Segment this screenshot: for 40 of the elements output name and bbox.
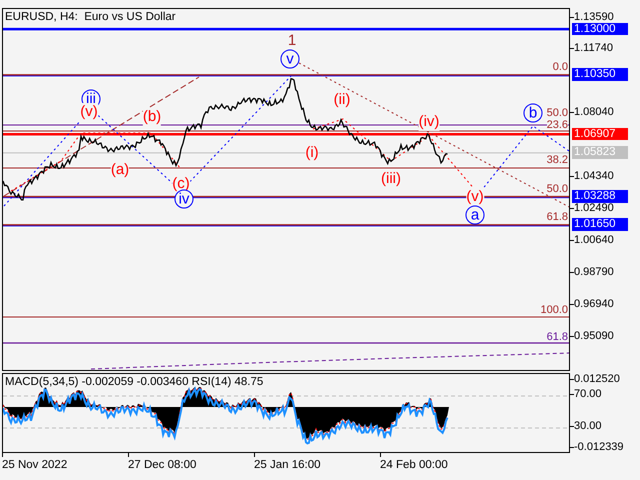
price-axis-label: 1.13590 — [570, 12, 614, 22]
fibonacci-level-label: 50.0 — [546, 184, 568, 194]
price-axis-label: 0.95090 — [570, 330, 614, 342]
price-axis-label: 1.04340 — [570, 171, 614, 182]
indicator-axis-label: -0.012339 — [570, 442, 624, 453]
indicator-legend: MACD(5,34,5) -0.002059 -0.003460 RSI(14) 48.75 — [5, 376, 264, 388]
chart-title: EURUSD, H4: Euro vs US Dollar — [5, 11, 176, 23]
price-tag: 1.03288 — [572, 190, 628, 203]
wave-label: (c) — [172, 175, 190, 193]
price-tag: 1.05823 — [572, 146, 628, 159]
wave-label: (iv) — [418, 113, 440, 131]
wave-label: v — [280, 50, 300, 68]
indicator-axis-label: 0.012520 — [570, 374, 620, 385]
price-tag: 1.06907 — [572, 128, 628, 140]
fibonacci-level-label: 100.0 — [540, 305, 568, 315]
fibonacci-level-label: 38.2 — [546, 155, 568, 165]
price-tag: 1.13000 — [572, 22, 628, 36]
price-axis-label: 1.08040 — [570, 107, 614, 118]
indicator-axis-label: 30.00 — [570, 421, 602, 432]
fibonacci-level-label: 61.8 — [546, 212, 568, 222]
wave-label: a — [466, 206, 484, 224]
fibonacci-level-label: 61.8 — [546, 332, 568, 342]
price-axis-label: 0.98790 — [570, 266, 614, 278]
fibonacci-level-label: 0.0 — [552, 62, 568, 72]
fibonacci-level-label: 50.0 — [546, 108, 568, 118]
wave-label: (ii) — [334, 91, 350, 109]
price-axis-label: 1.00640 — [570, 234, 614, 246]
indicator-axis-label: 70.00 — [570, 389, 602, 400]
price-axis-label: 1.02490 — [570, 202, 614, 214]
wave-label: b — [524, 104, 542, 122]
price-axis-label: 1.11740 — [570, 43, 613, 54]
wave-label: (v) — [466, 188, 484, 206]
price-tag: 1.01650 — [572, 218, 628, 231]
wave-label: (iii) — [381, 170, 401, 188]
fibonacci-level-label: 23.6 — [546, 120, 568, 130]
wave-label: (b) — [142, 108, 162, 126]
wave-label: (i) — [305, 144, 319, 162]
wave-label: (a) — [110, 161, 130, 179]
price-axis-label: 0.96940 — [570, 298, 614, 310]
price-tag: 1.10350 — [572, 68, 628, 81]
